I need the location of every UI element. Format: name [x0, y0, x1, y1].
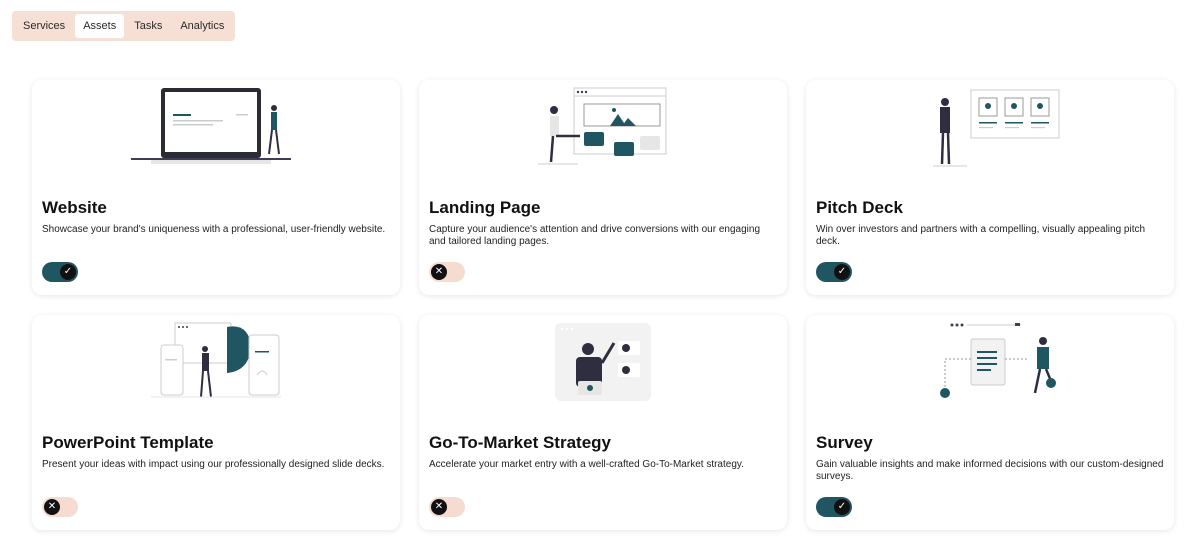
card-title: Website [42, 198, 107, 217]
pitch-deck-illustration [806, 84, 1174, 176]
card-description: Showcase your brand's uniqueness with a … [42, 224, 386, 235]
landing-page-illustration [419, 84, 787, 176]
pitch-deck-toggle[interactable]: ✓ [816, 262, 852, 282]
go-to-market-strategy-toggle[interactable]: ✕ [429, 497, 465, 517]
card-title: Pitch Deck [816, 198, 903, 217]
asset-card-pitch-deck: Pitch Deck Win over investors and partne… [806, 80, 1174, 295]
survey-illustration [806, 319, 1174, 411]
check-icon: ✓ [834, 499, 850, 515]
tab-bar: Services Assets Tasks Analytics [12, 11, 236, 41]
website-illustration [32, 84, 400, 176]
card-description: Gain valuable insights and make informed… [816, 459, 1164, 482]
asset-card-go-to-market-strategy: Go-To-Market Strategy Accelerate your ma… [419, 315, 787, 530]
asset-card-survey: Survey Gain valuable insights and make i… [806, 315, 1174, 530]
close-icon: ✕ [44, 499, 60, 515]
card-description: Capture your audience's attention and dr… [429, 224, 761, 247]
card-description: Win over investors and partners with a c… [816, 224, 1146, 247]
card-title: PowerPoint Template [42, 433, 214, 452]
website-toggle[interactable]: ✓ [42, 262, 78, 282]
powerpoint-template-toggle[interactable]: ✕ [42, 497, 78, 517]
card-title: Landing Page [429, 198, 541, 217]
landing-page-toggle[interactable]: ✕ [429, 262, 465, 282]
card-title: Survey [816, 433, 873, 452]
check-icon: ✓ [834, 264, 850, 280]
check-icon: ✓ [60, 264, 76, 280]
close-icon: ✕ [431, 264, 447, 280]
tab-services[interactable]: Services [15, 14, 73, 38]
powerpoint-template-illustration [32, 319, 400, 411]
asset-card-landing-page: Landing Page Capture your audience's att… [419, 80, 787, 295]
tab-tasks[interactable]: Tasks [126, 14, 170, 38]
asset-card-website: Website Showcase your brand's uniqueness… [32, 80, 400, 295]
close-icon: ✕ [431, 499, 447, 515]
card-description: Present your ideas with impact using our… [42, 459, 385, 470]
asset-card-powerpoint-template: PowerPoint Template Present your ideas w… [32, 315, 400, 530]
survey-toggle[interactable]: ✓ [816, 497, 852, 517]
tab-analytics[interactable]: Analytics [172, 14, 232, 38]
card-description: Accelerate your market entry with a well… [429, 459, 744, 470]
go-to-market-illustration [419, 319, 787, 411]
tab-assets[interactable]: Assets [75, 14, 125, 38]
card-title: Go-To-Market Strategy [429, 433, 611, 452]
